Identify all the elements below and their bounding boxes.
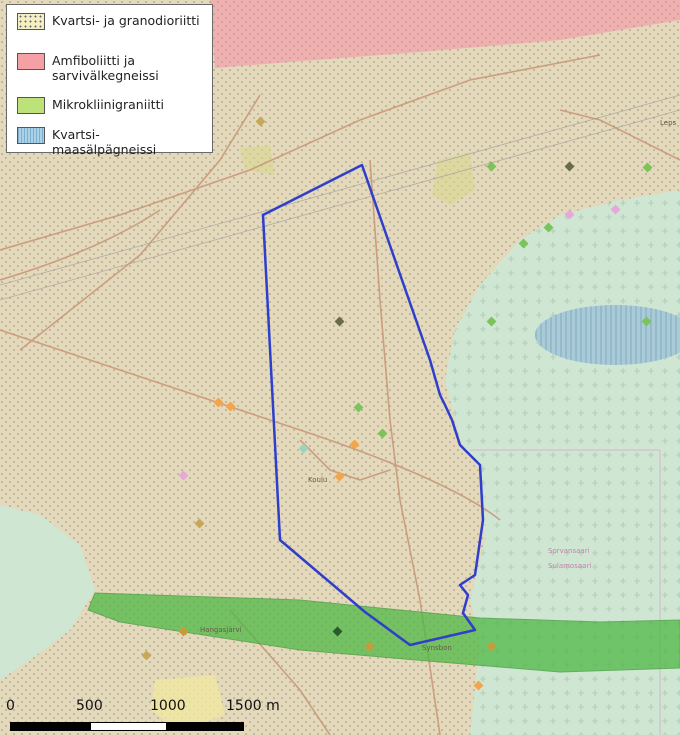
- scale-tick-label: 0: [6, 698, 15, 714]
- scale-tick-label: 1500 m: [226, 698, 280, 714]
- legend-label: Amfiboliitti ja sarvivälkegneissi: [52, 53, 159, 83]
- microcline-granite-swatch: [17, 97, 45, 114]
- legend-item: Kvartsi- ja granodioriitti: [17, 13, 202, 30]
- legend-label: Mikrokliinigraniitti: [52, 97, 164, 112]
- scale-tick-label: 500: [76, 698, 103, 714]
- legend-label: Kvartsi- ja granodioriitti: [52, 13, 200, 28]
- place-label: Leps: [660, 119, 677, 127]
- scale-segment: [90, 722, 167, 731]
- scale-segment: [10, 722, 90, 731]
- place-label: Sorvansaari: [548, 547, 590, 555]
- legend-item: Mikrokliinigraniitti: [17, 97, 202, 114]
- legend-item: Amfiboliitti ja sarvivälkegneissi: [17, 53, 202, 83]
- amfibolite-swatch: [17, 53, 45, 70]
- place-label: Koulu: [308, 476, 327, 484]
- granodiorite-swatch: [17, 13, 45, 30]
- legend-label: Kvartsi-maasälpägneissi: [52, 127, 157, 157]
- gneiss-swatch: [17, 127, 45, 144]
- map-legend: Kvartsi- ja granodioriitti Amfiboliitti …: [6, 4, 213, 157]
- place-label: Synsbon: [422, 644, 452, 652]
- place-label: Hangasjärvi: [200, 626, 242, 634]
- legend-item: Kvartsi-maasälpägneissi: [17, 127, 202, 157]
- scale-segment: [167, 722, 244, 731]
- scale-tick-label: 1000: [150, 698, 186, 714]
- place-label: Sulamosaari: [548, 562, 591, 570]
